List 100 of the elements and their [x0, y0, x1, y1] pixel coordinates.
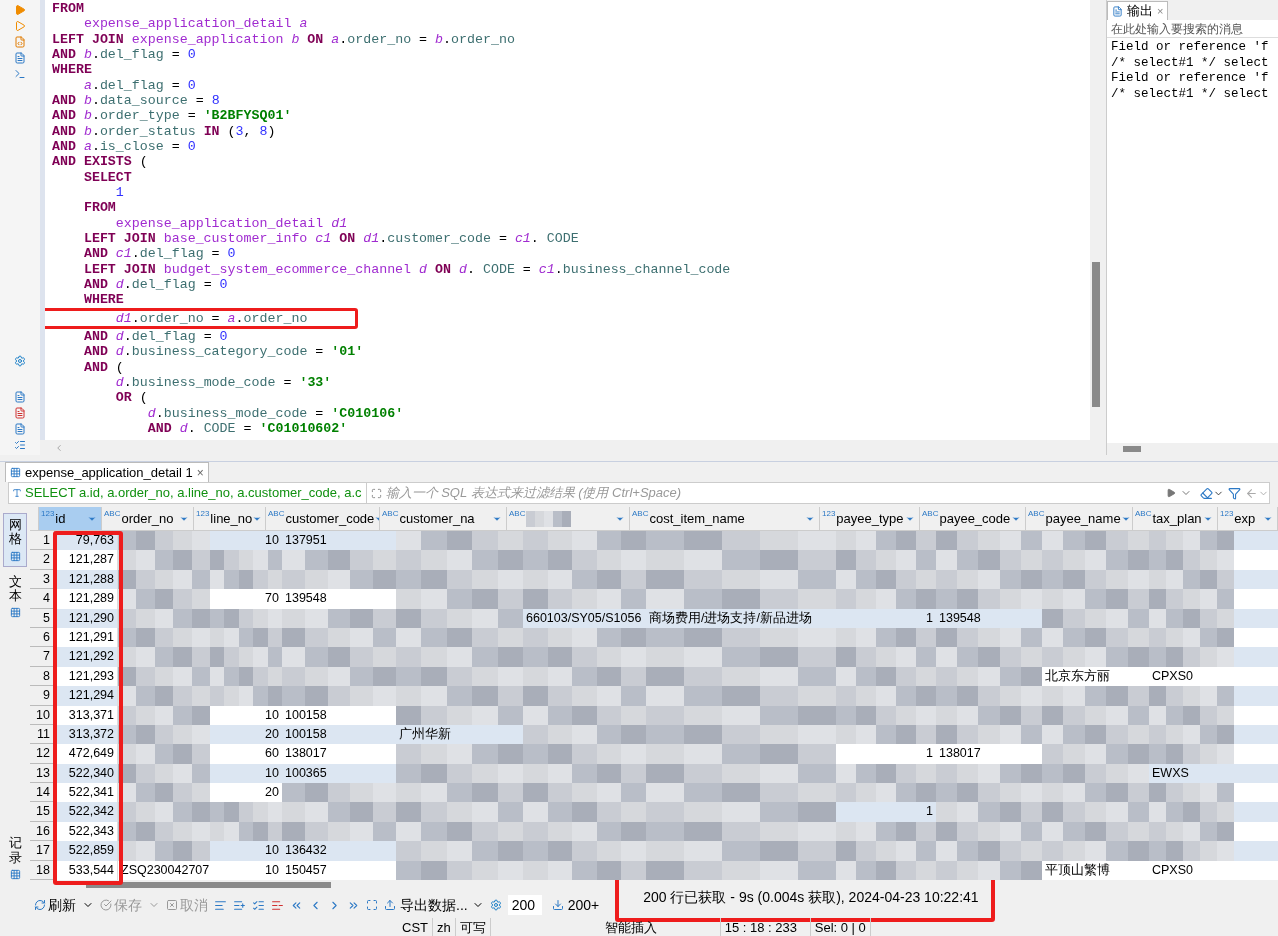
table-cell-text: CPXS0 — [1151, 861, 1194, 879]
play-icon[interactable] — [1166, 488, 1176, 498]
eraser-icon[interactable] — [1200, 486, 1213, 500]
list-icon[interactable] — [14, 439, 26, 451]
code-line: AND d.business_category_code = '01' — [82, 344, 364, 360]
status-bar-field: zh — [433, 918, 456, 936]
table-cell-text: 313,372 — [67, 725, 115, 743]
table-cell-text: 522,859 — [67, 842, 115, 860]
code-line: d.business_mode_code = '33' — [114, 374, 332, 391]
table-cell-text: 60 — [264, 745, 280, 763]
table-cell-text: 533,544 — [67, 861, 115, 879]
close-icon[interactable]: × — [1157, 2, 1164, 20]
terminal-icon[interactable] — [14, 68, 26, 80]
side-tab[interactable]: 网格 — [3, 513, 27, 567]
document-icon[interactable] — [14, 391, 26, 403]
upload-icon — [384, 899, 396, 911]
toolbar-button[interactable]: 刷新 — [34, 894, 94, 916]
document-icon[interactable] — [14, 52, 26, 64]
fetch-more-button[interactable]: 200+ — [551, 894, 600, 916]
blurred-cell — [526, 510, 571, 527]
code-line: LEFT JOIN budget_system_ecommerce_channel d ON d. CODE = c1.business_channel_code — [82, 261, 731, 277]
output-tab[interactable]: 输出 × — [1107, 1, 1169, 20]
code-line: d.business_mode_code = 'C010106' — [146, 405, 404, 421]
table-cell-text: 商场费用/进场支持/新品进场 — [648, 609, 813, 627]
table-cell-text: 472,649 — [67, 745, 115, 763]
code-line: AND b.del_flag = 0 — [52, 47, 196, 63]
grid-icon — [9, 607, 21, 619]
table-cell-text: 100365 — [284, 764, 328, 782]
status-bar-field: 智能插入 — [600, 918, 721, 936]
row-number: 4 — [30, 589, 55, 609]
status-bar-field: CST — [398, 918, 433, 936]
row-number: 17 — [30, 841, 55, 861]
table-cell-text: 121,288 — [67, 570, 115, 588]
table-cell-text: 20 — [264, 784, 280, 802]
table-cell-text: 121,292 — [67, 648, 115, 666]
run-icon[interactable] — [14, 4, 26, 16]
table-cell-text: 522,340 — [67, 764, 115, 782]
side-tab[interactable]: 记录 — [3, 832, 27, 884]
table-cell-text: 广州华新 — [398, 725, 452, 743]
table-cell-text: 121,287 — [67, 551, 115, 569]
table-cell-text: 313,371 — [67, 706, 115, 724]
table-cell-text: 10 — [264, 706, 280, 724]
code-line: WHERE — [82, 292, 124, 308]
edit-icon[interactable] — [214, 898, 227, 912]
status-bar-field: Sel: 0 | 0 — [810, 918, 871, 936]
blurred-cell — [210, 802, 282, 822]
row-number: 12 — [30, 744, 55, 764]
copy-row-icon[interactable] — [252, 898, 265, 912]
delete-row-icon[interactable] — [271, 898, 284, 912]
add-row-icon[interactable] — [233, 898, 246, 912]
table-cell-text: 10 — [264, 842, 280, 860]
settings-icon[interactable] — [489, 899, 502, 911]
code-line: FROM — [82, 200, 116, 216]
filter-icon[interactable] — [1228, 486, 1241, 500]
table-cell-text: 121,293 — [67, 667, 115, 685]
table-cell-text: 139548 — [938, 609, 982, 627]
results-tab[interactable]: expense_application_detail 1 × — [5, 462, 209, 482]
code-line: a.del_flag = 0 — [82, 77, 196, 93]
table-cell-text: 10 — [264, 532, 280, 549]
fetch-size-field[interactable]: 200 — [507, 895, 542, 915]
code-line: WHERE — [52, 62, 92, 78]
run-script-icon[interactable] — [14, 20, 26, 32]
status-bar-field: 可写 — [455, 918, 491, 936]
blurred-cell — [210, 627, 282, 648]
code-line: 1 — [114, 184, 124, 201]
table-cell-text: 121,290 — [67, 609, 115, 627]
export-button[interactable]: 导出数据... — [384, 894, 484, 916]
document-icon[interactable] — [14, 36, 26, 48]
blurred-cell — [210, 666, 282, 687]
table-cell-text: 522,343 — [67, 822, 115, 840]
table-cell-text: 121,294 — [67, 687, 115, 705]
table-cell-text: 1 — [925, 745, 934, 763]
column-header[interactable]: ABC — [507, 507, 630, 530]
blurred-cell — [210, 821, 282, 842]
expand-icon[interactable] — [366, 899, 378, 911]
output-line: Field or reference 'f — [1111, 40, 1270, 56]
blurred-cell — [210, 647, 282, 667]
document-icon[interactable] — [14, 423, 26, 435]
code-line: AND c1.del_flag = 0 — [82, 246, 236, 262]
settings-icon[interactable] — [14, 355, 26, 367]
close-icon[interactable]: × — [196, 463, 204, 482]
table-cell-text: 660103/SY05/S1056 — [525, 609, 643, 627]
table-cell-text: 79,763 — [74, 532, 115, 549]
row-number: 2 — [30, 550, 55, 570]
table-cell-text: 100158 — [284, 706, 328, 724]
table-cell-text: 1 — [925, 609, 934, 627]
code-line: AND d. CODE = 'C01010602' — [146, 420, 348, 437]
side-tab[interactable]: 文本 — [3, 570, 27, 623]
row-number: 15 — [30, 802, 55, 822]
expand-icon[interactable] — [370, 487, 382, 499]
document-icon[interactable] — [14, 407, 26, 419]
grid-icon — [9, 550, 21, 562]
horizontal-scrollbar[interactable] — [1107, 443, 1278, 455]
back-icon[interactable] — [1245, 486, 1258, 500]
search-field[interactable]: 在此处输入要搜索的消息 — [1107, 20, 1278, 38]
table-cell-text: 138017 — [938, 745, 982, 763]
row-number: 7 — [30, 647, 55, 667]
horizontal-scrollbar[interactable] — [86, 882, 331, 889]
code-line: AND EXISTS ( — [52, 154, 148, 170]
code-line: AND d.del_flag = 0 — [82, 328, 228, 345]
